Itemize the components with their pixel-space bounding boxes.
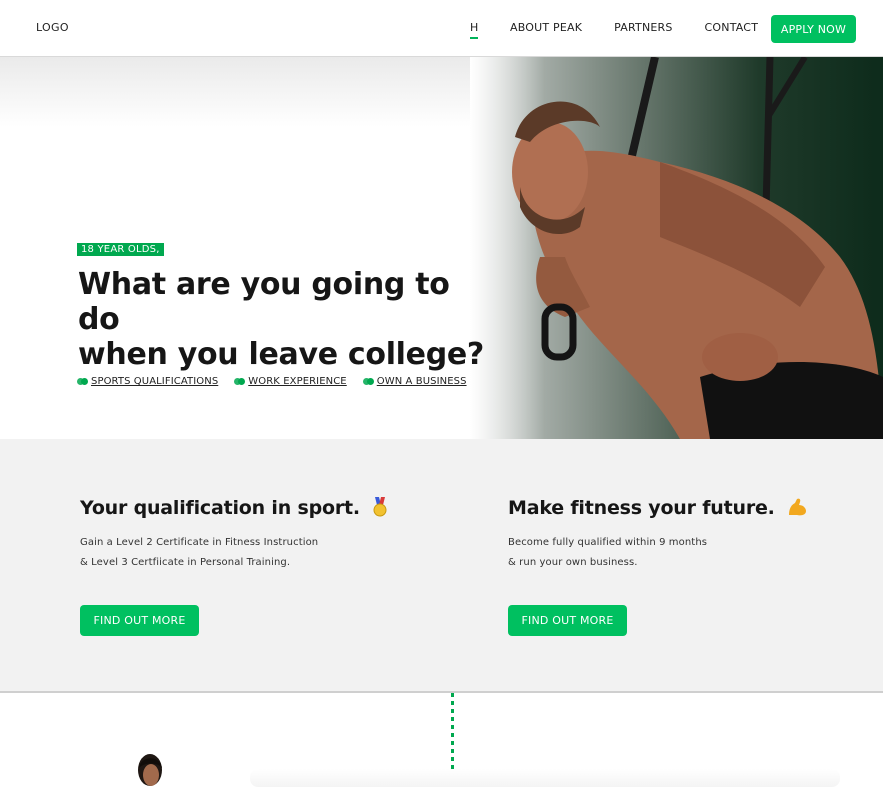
- audience-tag: 18 YEAR OLDS,: [77, 243, 164, 256]
- nav-home-link[interactable]: H: [470, 21, 478, 39]
- medal-icon: [373, 497, 387, 517]
- chip-label: SPORTS QUALIFICATIONS: [91, 376, 219, 387]
- hero-headline: What are you going to do when you leave …: [78, 267, 498, 372]
- card-title-text: Your qualification in sport.: [80, 497, 360, 519]
- hero-links: SPORTS QUALIFICATIONS WORK EXPERIENCE OW…: [77, 376, 483, 387]
- find-out-more-button[interactable]: FIND OUT MORE: [80, 605, 199, 636]
- hero-section: 18 YEAR OLDS, What are you going to do w…: [0, 57, 883, 439]
- headline-line-2: when you leave college?: [78, 337, 485, 372]
- avatar: [138, 754, 162, 786]
- find-out-more-button[interactable]: FIND OUT MORE: [508, 605, 627, 636]
- top-nav: LOGO H ABOUT PEAK PARTNERS CONTACT APPLY…: [0, 0, 883, 57]
- nav-about-link[interactable]: ABOUT PEAK: [510, 21, 582, 38]
- card-title-text: Make fitness your future.: [508, 497, 775, 519]
- logo[interactable]: LOGO: [36, 21, 69, 34]
- dot-icon: [77, 378, 88, 385]
- chip-label: OWN A BUSINESS: [376, 376, 467, 387]
- card-description: Gain a Level 2 Certificate in Fitness In…: [80, 533, 388, 573]
- dot-icon: [362, 378, 374, 385]
- headline-line-1: What are you going to do: [78, 267, 450, 337]
- athlete-photo: [470, 57, 883, 439]
- chip-label: WORK EXPERIENCE: [248, 376, 347, 387]
- card-line-2: & run your own business.: [508, 557, 638, 568]
- sports-qualifications-link[interactable]: SPORTS QUALIFICATIONS: [77, 376, 218, 387]
- dot-icon: [234, 378, 246, 385]
- card-title: Your qualification in sport.: [80, 497, 388, 519]
- qualification-card: Your qualification in sport. Gain a Leve…: [80, 497, 388, 636]
- card-title: Make fitness your future.: [508, 497, 807, 519]
- fitness-card: Make fitness your future. Become fully q…: [508, 497, 807, 636]
- features-section: Your qualification in sport. Gain a Leve…: [0, 439, 883, 693]
- card-description: Become fully qualified within 9 months &…: [508, 533, 807, 573]
- testimonials-section: [0, 693, 883, 787]
- card-line-2: & Level 3 Certfiicate in Personal Traini…: [80, 557, 291, 568]
- nav-partners-link[interactable]: PARTNERS: [614, 21, 672, 38]
- content-band: [250, 769, 840, 787]
- own-a-business-link[interactable]: OWN A BUSINESS: [362, 376, 467, 387]
- card-line-1: Become fully qualified within 9 months: [508, 537, 708, 548]
- hero-top-fade: [0, 57, 520, 127]
- work-experience-link[interactable]: WORK EXPERIENCE: [234, 376, 347, 387]
- flexed-bicep-icon: [789, 498, 807, 516]
- apply-now-button[interactable]: APPLY NOW: [771, 15, 856, 43]
- nav-links: H ABOUT PEAK PARTNERS CONTACT: [470, 21, 790, 39]
- card-line-1: Gain a Level 2 Certificate in Fitness In…: [80, 537, 319, 548]
- nav-contact-link[interactable]: CONTACT: [705, 21, 759, 38]
